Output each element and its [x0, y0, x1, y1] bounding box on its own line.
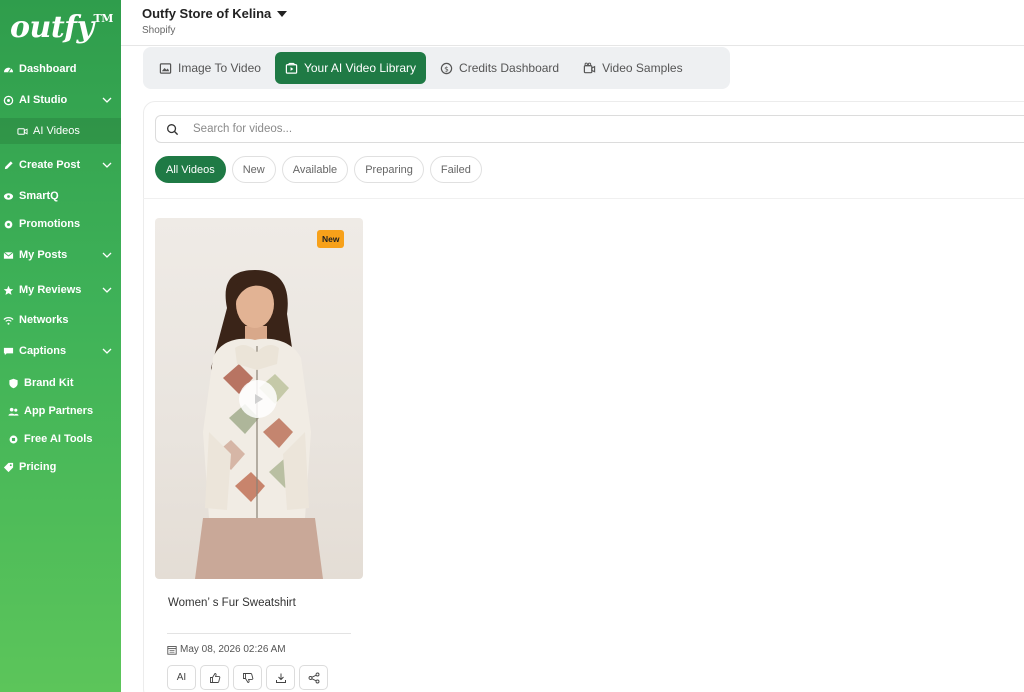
sidebar-item-app-partners[interactable]: App Partners	[0, 398, 121, 424]
sidebar-item-dashboard[interactable]: Dashboard	[0, 56, 121, 82]
tab-video-samples[interactable]: Video Samples	[573, 52, 693, 84]
sidebar-item-brand-kit[interactable]: Brand Kit	[0, 370, 121, 396]
filter-failed[interactable]: Failed	[429, 156, 482, 183]
video-actions: AI	[167, 665, 332, 690]
svg-text:$: $	[444, 64, 449, 73]
section-divider	[143, 198, 1024, 199]
sidebar-item-create-post[interactable]: Create Post	[0, 152, 121, 178]
envelope-icon	[2, 249, 14, 261]
dashboard-icon	[2, 63, 14, 75]
sidebar: outfyTM Dashboard AI Studio AI Videos Cr…	[0, 0, 121, 692]
tab-label: Video Samples	[602, 61, 683, 75]
video-card: New Women’ s Fur Sweatshirt May 08, 2026…	[155, 218, 363, 692]
dollar-circle-icon: $	[440, 62, 453, 74]
thumbs-up-icon	[209, 672, 220, 683]
sidebar-item-my-reviews[interactable]: My Reviews	[0, 277, 121, 303]
sidebar-item-label: Brand Kit	[24, 377, 74, 389]
sidebar-item-ai-studio[interactable]: AI Studio	[0, 87, 121, 113]
sidebar-item-ai-videos[interactable]: AI Videos	[0, 118, 121, 144]
chevron-down-icon[interactable]	[101, 159, 113, 171]
chevron-down-icon[interactable]	[101, 284, 113, 296]
filter-chips: All Videos New Available Preparing Faile…	[155, 156, 488, 183]
video-date: May 08, 2026 02:26 AM	[167, 644, 286, 655]
top-header: Outfy Store of Kelina Shopify	[121, 0, 1024, 46]
search-icon	[167, 123, 179, 135]
sidebar-item-label: Free AI Tools	[24, 433, 93, 445]
sidebar-item-label: AI Videos	[33, 125, 80, 137]
sidebar-item-pricing[interactable]: Pricing	[0, 454, 121, 480]
sidebar-item-networks[interactable]: Networks	[0, 307, 121, 333]
sidebar-item-free-ai-tools[interactable]: Free AI Tools	[0, 426, 121, 452]
ai-studio-icon	[2, 94, 14, 106]
comment-icon	[2, 345, 14, 357]
tab-your-ai-video-library[interactable]: Your AI Video Library	[274, 52, 427, 84]
pencil-icon	[2, 159, 14, 171]
filter-all-videos[interactable]: All Videos	[155, 156, 226, 183]
search-input[interactable]	[193, 123, 793, 135]
sidebar-item-label: My Posts	[19, 249, 68, 261]
tab-credits-dashboard[interactable]: $ Credits Dashboard	[430, 52, 569, 84]
play-button[interactable]	[239, 380, 277, 418]
share-icon	[308, 672, 319, 683]
tab-label: Credits Dashboard	[459, 61, 560, 75]
video-thumbnail[interactable]: New	[155, 218, 363, 579]
sidebar-item-label: App Partners	[24, 405, 94, 417]
chevron-down-icon[interactable]	[101, 345, 113, 357]
tab-bar: Image To Video Your AI Video Library $ C…	[143, 47, 730, 89]
thumbs-down-icon	[242, 672, 253, 683]
star-icon	[2, 284, 14, 296]
download-icon	[275, 673, 286, 683]
share-button[interactable]	[299, 665, 328, 690]
video-title: Women’ s Fur Sweatshirt	[168, 597, 296, 609]
sidebar-item-label: AI Studio	[19, 94, 68, 106]
sidebar-item-label: Promotions	[19, 218, 81, 230]
tools-icon	[7, 433, 19, 445]
smartq-icon	[2, 190, 14, 202]
filter-new[interactable]: New	[231, 156, 276, 183]
card-divider	[167, 633, 351, 634]
search-bar[interactable]	[155, 115, 1024, 143]
sidebar-item-smartq[interactable]: SmartQ	[0, 183, 121, 209]
outfy-logo[interactable]: outfyTM	[10, 10, 113, 45]
sidebar-item-label: Networks	[19, 314, 69, 326]
chevron-down-icon[interactable]	[101, 249, 113, 261]
play-icon	[255, 394, 263, 404]
tab-label: Your AI Video Library	[303, 61, 417, 75]
sidebar-item-captions[interactable]: Captions	[0, 338, 121, 364]
store-selector[interactable]: Outfy Store of Kelina	[142, 6, 288, 21]
filter-available[interactable]: Available	[281, 156, 349, 183]
dislike-button[interactable]	[233, 665, 262, 690]
tag-icon	[2, 461, 14, 473]
users-icon	[7, 405, 19, 417]
chevron-down-icon[interactable]	[101, 94, 113, 106]
ai-button[interactable]: AI	[167, 665, 196, 690]
sidebar-item-label: Captions	[19, 345, 67, 357]
caret-down-icon[interactable]	[277, 10, 288, 17]
sidebar-item-label: SmartQ	[19, 190, 59, 202]
filter-preparing[interactable]: Preparing	[354, 156, 424, 183]
sidebar-item-label: Create Post	[19, 159, 81, 171]
wifi-icon	[2, 314, 14, 326]
shield-icon	[7, 377, 19, 389]
sidebar-item-label: Dashboard	[19, 63, 77, 75]
sidebar-item-my-posts[interactable]: My Posts	[0, 242, 121, 268]
store-name: Outfy Store of Kelina	[142, 6, 272, 21]
tab-image-to-video[interactable]: Image To Video	[149, 52, 271, 84]
store-platform: Shopify	[142, 25, 176, 36]
like-button[interactable]	[200, 665, 229, 690]
tab-label: Image To Video	[178, 61, 261, 75]
image-icon	[159, 62, 172, 74]
download-button[interactable]	[266, 665, 295, 690]
video-library-icon	[285, 62, 298, 74]
gear-icon	[2, 218, 14, 230]
film-icon	[583, 62, 596, 73]
calendar-icon	[167, 645, 177, 655]
sidebar-item-label: My Reviews	[19, 284, 82, 296]
new-badge: New	[317, 230, 345, 248]
video-camera-icon	[16, 125, 28, 137]
sidebar-item-promotions[interactable]: Promotions	[0, 211, 121, 237]
sidebar-item-label: Pricing	[19, 461, 57, 473]
video-date-text: May 08, 2026 02:26 AM	[180, 644, 286, 655]
